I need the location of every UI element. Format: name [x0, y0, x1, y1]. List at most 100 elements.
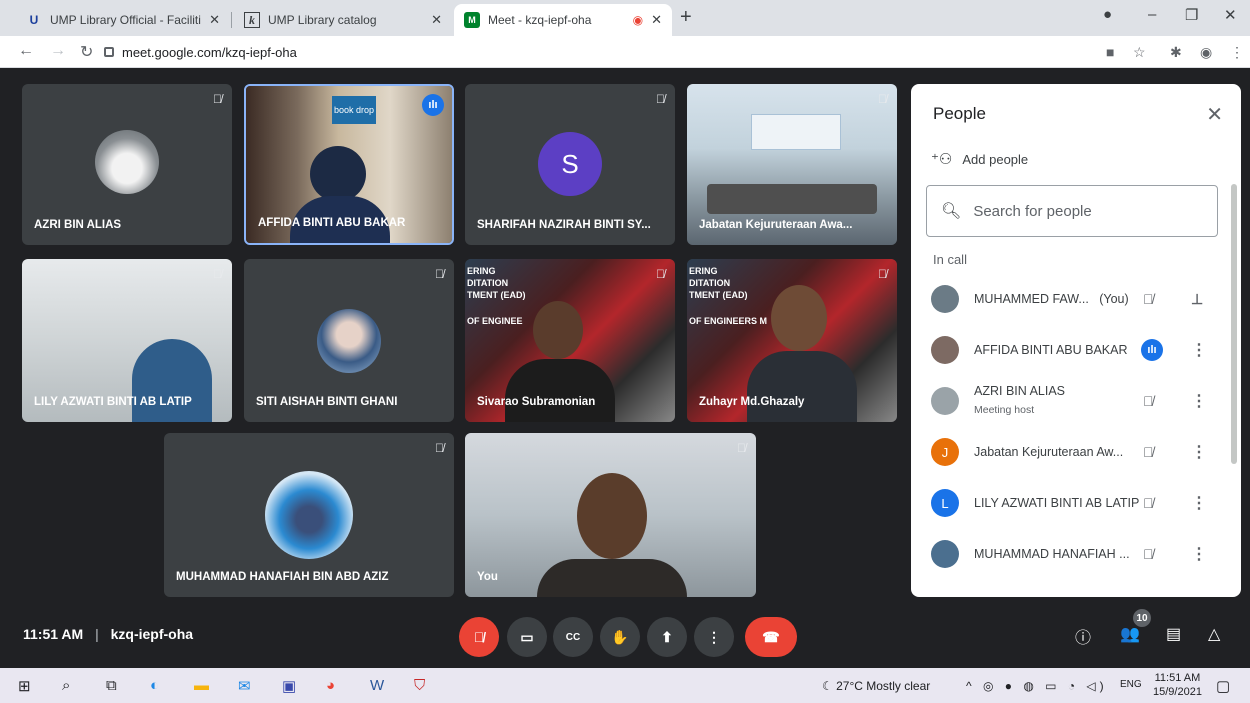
close-tab-icon[interactable]: ✕	[431, 12, 442, 28]
participant-name: AZRI BIN ALIAS	[974, 384, 1066, 398]
search-input[interactable]	[973, 202, 1194, 220]
person-head	[533, 301, 583, 359]
present-button[interactable]: ⬆	[647, 617, 687, 657]
system-clock[interactable]: 11:51 AM 15/9/2021	[1153, 671, 1202, 699]
weather-widget[interactable]: ☾ 27°C Mostly clear	[822, 679, 930, 693]
participant-row[interactable]: L LILY AZWATI BINTI AB LATIP 🎙̸ ⋮	[911, 480, 1241, 526]
participant-name: MUHAMMED FAW... (You)	[974, 292, 1129, 306]
participant-tile[interactable]: 🎙̸ SITI AISHAH BINTI GHANI	[244, 259, 454, 422]
minimize-icon[interactable]: –	[1148, 6, 1156, 23]
chrome-icon[interactable]: ◕	[326, 677, 335, 694]
participant-tile[interactable]: ERING DITATION TMENT (EAD) OF ENGINEE 🎙̸ Si…	[465, 259, 675, 422]
tab-ump-catalog[interactable]: k UMP Library catalog ✕	[234, 4, 452, 36]
camera-indicator-icon[interactable]: ■	[1106, 44, 1114, 60]
close-tab-icon[interactable]: ✕	[651, 12, 662, 28]
url-field[interactable]: meet.google.com/kzq-iepf-oha	[104, 40, 1104, 64]
participant-row[interactable]: MUHAMMAD HANAFIAH ... 🎙̸ ⋮	[911, 531, 1241, 577]
more-options-icon[interactable]: ⋮	[1191, 493, 1207, 513]
edge-browser-icon[interactable]: ◐	[150, 677, 159, 694]
back-icon[interactable]: ←	[18, 42, 34, 60]
language-indicator[interactable]: ENG	[1120, 679, 1142, 690]
notifications-icon[interactable]: ▢	[1216, 677, 1230, 695]
meeting-table	[707, 184, 877, 214]
more-options-icon[interactable]: ⋮	[1191, 340, 1207, 360]
participant-tile[interactable]: 🎙̸ MUHAMMAD HANAFIAH BIN ABD AZIZ	[164, 433, 454, 597]
add-person-icon: ⁺⚇	[931, 151, 953, 168]
participant-row[interactable]: AZRI BIN ALIAS Meeting host 🎙̸ ⋮	[911, 378, 1241, 424]
forward-icon[interactable]: →	[50, 42, 66, 60]
participant-name: Jabatan Kejuruteraan Awa...	[699, 219, 853, 231]
pin-icon[interactable]: ⊥	[1191, 291, 1203, 308]
menu-kebab-icon[interactable]: ⋮	[1230, 44, 1244, 61]
windows-taskbar: ⊞ ⌕ ⧉ ◐ ▬ ✉ ▣ ◕ W ⛉ ☾ 27°C Mostly clear …	[0, 668, 1250, 703]
more-options-button[interactable]: ⋮	[694, 617, 734, 657]
participant-avatar	[931, 387, 959, 415]
people-icon[interactable]: 👥	[1120, 624, 1140, 644]
current-time: 11:51 AM	[23, 626, 84, 642]
participant-row[interactable]: J Jabatan Kejuruteraan Aw... 🎙̸ ⋮	[911, 429, 1241, 475]
more-options-icon[interactable]: ⋮	[1191, 391, 1207, 411]
participant-row[interactable]: AFFIDA BINTI ABU BAKAR ılı ⋮	[911, 327, 1241, 373]
chat-icon[interactable]: ▤	[1166, 624, 1181, 644]
mic-toggle-button[interactable]: 🎙̸	[459, 617, 499, 657]
close-window-icon[interactable]: ✕	[1224, 6, 1237, 24]
participant-name: SITI AISHAH BINTI GHANI	[256, 396, 398, 408]
mic-off-icon: 🎙̸	[656, 92, 665, 106]
system-tray-icons[interactable]: ^ ◎ ● ◍ ▭ ◔ ◁)	[966, 679, 1108, 693]
mic-off-icon: 🎙̸	[878, 92, 887, 106]
meeting-details-icon[interactable]: ⓘ	[1075, 624, 1091, 648]
task-view-icon[interactable]: ⧉	[106, 677, 117, 694]
avatar	[95, 130, 159, 194]
add-people-label: Add people	[962, 151, 1029, 167]
hand-icon: ✋	[611, 628, 629, 645]
participant-avatar	[931, 285, 959, 313]
tab-ump-facilities[interactable]: U UMP Library Official - Facilities ✕	[16, 4, 230, 36]
mcafee-icon[interactable]: ⛉	[414, 677, 425, 694]
word-icon[interactable]: W	[370, 677, 384, 694]
more-options-icon[interactable]: ⋮	[1191, 544, 1207, 564]
captions-icon: CC	[565, 631, 581, 643]
mic-off-icon: 🎙̸	[737, 441, 746, 455]
participant-tile-speaking[interactable]: book drop ılı AFFIDA BINTI ABU BAKAR	[244, 84, 454, 245]
profile-icon[interactable]: ●	[1103, 6, 1112, 23]
raise-hand-button[interactable]: ✋	[600, 617, 640, 657]
reload-icon[interactable]: ↻	[80, 42, 93, 62]
tab-title: UMP Library Official - Facilities	[50, 13, 202, 27]
windows-start-icon[interactable]: ⊞	[18, 677, 31, 695]
leave-call-button[interactable]: ☎	[745, 617, 797, 657]
section-label: In call	[933, 252, 967, 267]
search-box[interactable]: 🔍︎	[926, 185, 1218, 237]
more-options-icon[interactable]: ⋮	[1191, 442, 1207, 462]
participant-role: Meeting host	[974, 404, 1035, 416]
profile-avatar-icon[interactable]: ◉	[1200, 44, 1212, 61]
tab-meet[interactable]: M Meet - kzq-iepf-oha ◉ ✕	[454, 4, 672, 36]
restore-icon[interactable]: ❐	[1185, 6, 1198, 24]
captions-button[interactable]: CC	[553, 617, 593, 657]
participant-tile[interactable]: ERING DITATION TMENT (EAD) OF ENGINEERS M 🎙…	[687, 259, 897, 422]
book-drop-sign: book drop	[332, 96, 376, 124]
participant-tile[interactable]: 🎙̸ Jabatan Kejuruteraan Awa...	[687, 84, 897, 245]
mic-off-icon: 🎙̸	[213, 92, 222, 106]
participant-name: AFFIDA BINTI ABU BAKAR	[258, 217, 406, 229]
search-icon[interactable]: ⌕	[62, 677, 70, 694]
participant-tile[interactable]: 🎙̸ AZRI BIN ALIAS	[22, 84, 232, 245]
camera-toggle-button[interactable]: ▭	[507, 617, 547, 657]
activities-icon[interactable]: △	[1208, 624, 1220, 644]
app-icon[interactable]: ▣	[282, 677, 296, 695]
participant-tile[interactable]: 🎙̸ LILY AZWATI BINTI AB LATIP	[22, 259, 232, 422]
file-explorer-icon[interactable]: ▬	[194, 677, 209, 694]
close-panel-icon[interactable]: ✕	[1206, 102, 1223, 127]
participant-row[interactable]: MUHAMMED FAW... (You) 🎙̸ ⊥	[911, 276, 1241, 322]
close-tab-icon[interactable]: ✕	[209, 12, 220, 28]
mail-icon[interactable]: ✉	[238, 677, 251, 695]
new-tab-icon[interactable]: +	[680, 6, 692, 29]
person-head	[577, 473, 647, 559]
banner-text: ERING DITATION TMENT (EAD) OF ENGINEERS M	[689, 266, 768, 326]
bookmark-star-icon[interactable]: ☆	[1133, 44, 1146, 61]
participant-tile[interactable]: S 🎙̸ SHARIFAH NAZIRAH BINTI SY...	[465, 84, 675, 245]
self-view-tile[interactable]: 🎙̸ You	[465, 433, 756, 597]
extensions-puzzle-icon[interactable]: ✱	[1170, 44, 1182, 61]
add-people-button[interactable]: ⁺⚇ Add people	[931, 150, 1028, 168]
panel-scrollbar[interactable]	[1231, 184, 1237, 464]
participant-name: MUHAMMAD HANAFIAH ...	[974, 547, 1130, 561]
